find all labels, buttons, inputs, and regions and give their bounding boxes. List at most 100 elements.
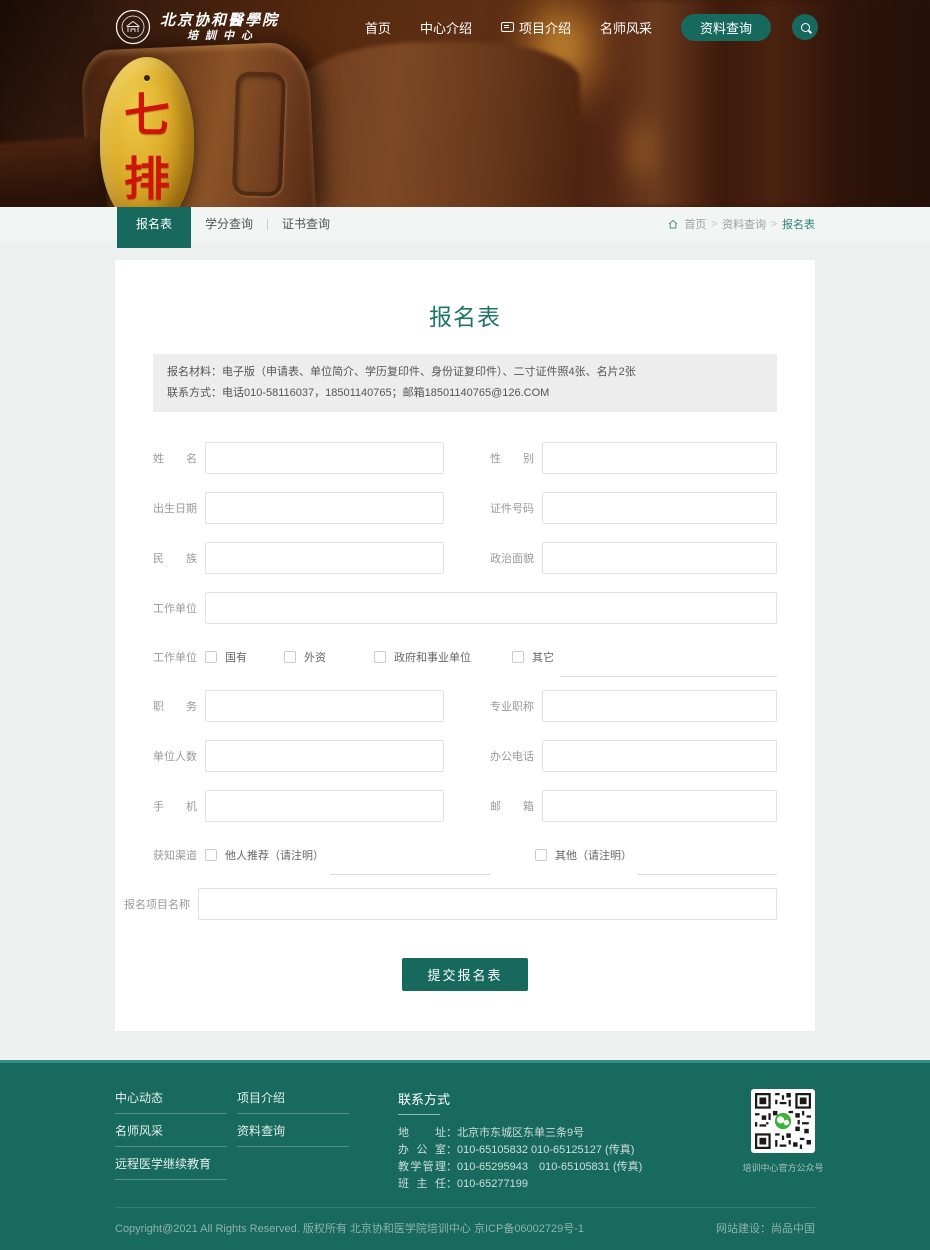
footer-columns: 中心动态 名师风采 远程医学继续教育 项目介绍 资料查询 联系方式 地址：北京市…: [115, 1063, 815, 1193]
unit-type-row: 工作单位 国有 外资 政府和事业单位 其它: [153, 642, 777, 672]
email-input[interactable]: [542, 790, 777, 822]
label-id-number: 证件号码: [490, 500, 534, 516]
footer-link-center-news[interactable]: 中心动态: [115, 1089, 227, 1113]
brand-logo[interactable]: 北京协和醫學院 培訓中心: [115, 9, 279, 45]
checkbox-referral[interactable]: 他人推荐（请注明）: [205, 847, 324, 863]
channel-row: 获知渠道 他人推荐（请注明） 其他（请注明）: [153, 840, 777, 870]
nav-materials-button[interactable]: 资料查询: [681, 14, 771, 41]
nav-project-intro[interactable]: 项目介绍: [501, 18, 571, 37]
form-row: 单位人数 办公电话: [153, 740, 777, 772]
brand-subname: 培訓中心: [180, 29, 259, 43]
staff-count-input[interactable]: [205, 740, 444, 772]
referral-specify-input[interactable]: [330, 853, 490, 875]
sub-tab-bar: 报名表 学分查询 证书查询 首页 > 资料查询 > 报名表: [0, 207, 930, 241]
checkbox-government[interactable]: 政府和事业单位: [374, 649, 471, 665]
label-channel: 获知渠道: [153, 847, 197, 863]
search-icon: [801, 23, 810, 32]
mobile-input[interactable]: [205, 790, 444, 822]
ethnicity-input[interactable]: [205, 542, 444, 574]
nav-home[interactable]: 首页: [365, 18, 391, 37]
form-row: 职务 专业职称: [153, 690, 777, 722]
office-phone-input[interactable]: [542, 740, 777, 772]
position-input[interactable]: [205, 690, 444, 722]
referral-checkbox[interactable]: [205, 849, 217, 861]
form-row: 姓名 性别: [153, 442, 777, 474]
qr-caption: 培训中心官方公众号: [733, 1161, 833, 1174]
form-row: 手机 邮箱: [153, 790, 777, 822]
footer-link-teachers[interactable]: 名师风采: [115, 1114, 227, 1146]
top-navigation: 北京协和醫學院 培訓中心 首页 中心介绍 项目介绍 名师风采 资料查询: [0, 0, 930, 54]
other-channel-checkbox[interactable]: [535, 849, 547, 861]
work-unit-input[interactable]: [205, 592, 777, 624]
footer-link-remote-education[interactable]: 远程医学继续教育: [115, 1147, 227, 1179]
search-button[interactable]: [792, 14, 818, 40]
wood-post-back: [295, 42, 580, 207]
label-staff-count: 单位人数: [153, 748, 197, 764]
footer: 中心动态 名师风采 远程医学继续教育 项目介绍 资料查询 联系方式 地址：北京市…: [0, 1060, 930, 1250]
label-political-status: 政治面貌: [490, 550, 534, 566]
tab-certificate-query[interactable]: 证书查询: [268, 207, 344, 241]
main-content: 报名表 报名材料：电子版（申请表、单位简介、学历复印件、身份证复印件）、二寸证件…: [0, 241, 930, 1060]
breadcrumb-separator: >: [711, 219, 717, 230]
state-owned-checkbox[interactable]: [205, 651, 217, 663]
footer-copyright-bar: Copyright@2021 All Rights Reserved. 版权所有…: [115, 1207, 815, 1250]
label-office-phone: 办公电话: [490, 748, 534, 764]
government-checkbox[interactable]: [374, 651, 386, 663]
label-mobile: 手机: [153, 798, 197, 814]
form-row: 工作单位: [153, 592, 777, 624]
other-unit-specify-input[interactable]: [560, 655, 777, 677]
nav-menu: 首页 中心介绍 项目介绍 名师风采 资料查询: [365, 14, 818, 41]
breadcrumb: 首页 > 资料查询 > 报名表: [667, 207, 815, 241]
breadcrumb-materials[interactable]: 资料查询: [722, 216, 766, 232]
foreign-checkbox[interactable]: [284, 651, 296, 663]
other-channel-specify-input[interactable]: [638, 853, 777, 875]
name-input[interactable]: [205, 442, 444, 474]
checkbox-other-channel[interactable]: 其他（请注明）: [535, 847, 632, 863]
id-number-input[interactable]: [542, 492, 777, 524]
checkbox-other-unit[interactable]: 其它: [512, 649, 554, 665]
hero-banner: 七 排 北京协和醫學院 培訓中心 首页 中心介绍: [0, 0, 930, 207]
label-gender: 性别: [490, 450, 534, 466]
footer-link-project-intro[interactable]: 项目介绍: [237, 1089, 349, 1113]
page: 七 排 北京协和醫學院 培訓中心 首页 中心介绍: [0, 0, 930, 1250]
label-professional-title: 专业职称: [490, 698, 534, 714]
breadcrumb-home[interactable]: 首页: [684, 216, 706, 232]
nav-center-intro[interactable]: 中心介绍: [420, 18, 472, 37]
footer-link-materials[interactable]: 资料查询: [237, 1114, 349, 1146]
registration-form: 姓名 性别 出生日期 证件号码 民族 政治面貌 工作单位 工作单位 国有: [153, 442, 777, 991]
other-unit-checkbox[interactable]: [512, 651, 524, 663]
project-name-input[interactable]: [198, 888, 777, 920]
form-row: 民族 政治面貌: [153, 542, 777, 574]
submit-row: 提交报名表: [153, 958, 777, 991]
political-status-input[interactable]: [542, 542, 777, 574]
tab-credit-query[interactable]: 学分查询: [191, 207, 267, 241]
birth-date-input[interactable]: [205, 492, 444, 524]
notice-materials: 报名材料：电子版（申请表、单位简介、学历复印件、身份证复印件）、二寸证件照4张、…: [167, 362, 763, 383]
footer-links-col2: 项目介绍 资料查询: [237, 1089, 349, 1193]
label-email: 邮箱: [490, 798, 534, 814]
submit-button[interactable]: 提交报名表: [402, 958, 528, 991]
label-ethnicity: 民族: [153, 550, 197, 566]
gender-input[interactable]: [542, 442, 777, 474]
breadcrumb-current: 报名表: [782, 216, 815, 232]
notice-contact: 联系方式：电话010-58116037，18501140765；邮箱185011…: [167, 383, 763, 404]
breadcrumb-separator: >: [771, 219, 777, 230]
nav-teachers[interactable]: 名师风采: [600, 18, 652, 37]
contact-title: 联系方式: [398, 1089, 698, 1116]
hero-bokeh-glow-small: [618, 105, 663, 195]
contact-row-address: 地址：北京市东城区东单三条9号: [398, 1125, 698, 1142]
checkbox-foreign[interactable]: 外资: [284, 649, 326, 665]
seal-icon: [115, 9, 151, 45]
home-icon: [667, 218, 679, 230]
form-card: 报名表 报名材料：电子版（申请表、单位简介、学历复印件、身份证复印件）、二寸证件…: [115, 260, 815, 1031]
wood-seat-rail: [0, 136, 109, 207]
label-work-unit: 工作单位: [153, 600, 197, 616]
project-icon: [501, 22, 514, 32]
plaque-char-top: 七: [124, 83, 170, 147]
footer-contact: 联系方式 地址：北京市东城区东单三条9号 办公室：010-65105832 01…: [398, 1089, 698, 1193]
checkbox-state-owned[interactable]: 国有: [205, 649, 247, 665]
professional-title-input[interactable]: [542, 690, 777, 722]
page-title: 报名表: [153, 298, 777, 332]
wood-carved-groove: [232, 71, 286, 197]
tab-registration-form[interactable]: 报名表: [117, 207, 191, 248]
